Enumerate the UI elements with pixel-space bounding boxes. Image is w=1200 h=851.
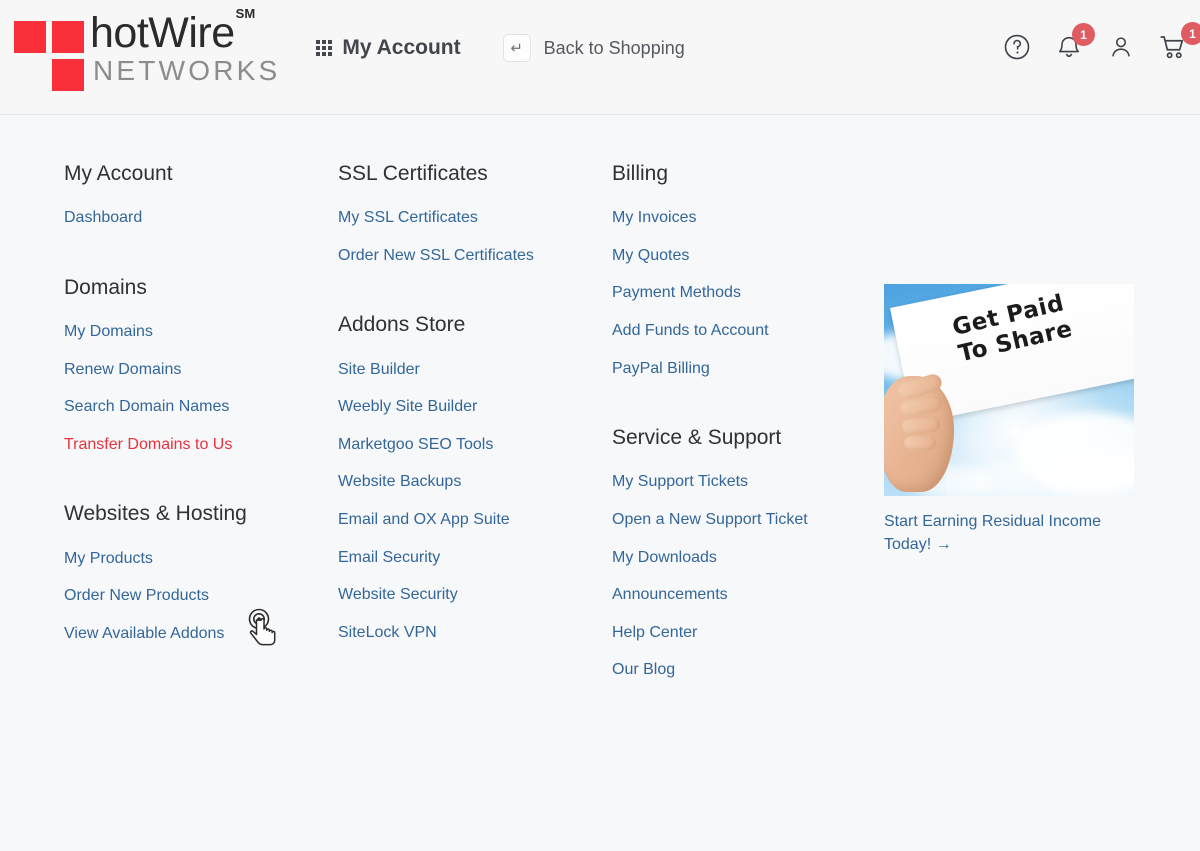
my-account-menu-button[interactable]: My Account	[316, 36, 461, 60]
grid-apps-icon	[316, 40, 333, 56]
logo-subbrand-text: NETWORKS	[93, 55, 281, 86]
nav-link[interactable]: View Available Addons	[64, 615, 224, 653]
nav-link[interactable]: Site Builder	[338, 351, 420, 389]
main-content: My Account Dashboard Domains My Domains Rene…	[0, 115, 1200, 851]
nav-link[interactable]: Website Backups	[338, 463, 461, 501]
nav-group: Websites & Hosting My Products Order New P…	[64, 501, 338, 652]
back-to-shopping-label: Back to Shopping	[543, 37, 685, 58]
nav-link[interactable]: My Quotes	[612, 237, 689, 275]
nav-group-title: Domains	[64, 275, 147, 299]
nav-link[interactable]: Marketgoo SEO Tools	[338, 426, 493, 464]
nav-link[interactable]: Website Security	[338, 576, 458, 614]
nav-link[interactable]: Order New SSL Certificates	[338, 237, 534, 275]
promo-card: Get Paid To Share Start Earning Residual…	[884, 284, 1134, 556]
cart-badge: 1	[1181, 22, 1200, 45]
logo-sm-mark: SM	[235, 5, 256, 21]
nav-link[interactable]: Dashboard	[64, 199, 142, 237]
nav-column-3: Billing My Invoices My Quotes Payment Metho…	[612, 161, 886, 727]
nav-link[interactable]: Add Funds to Account	[612, 312, 769, 350]
promo-sign-text: Get Paid To Share	[950, 290, 1075, 368]
nav-group-title: Websites & Hosting	[64, 502, 247, 526]
nav-column-1: My Account Dashboard Domains My Domains Rene…	[64, 161, 338, 727]
bell-icon[interactable]: 1	[1054, 23, 1095, 62]
nav-link[interactable]: Email Security	[338, 539, 440, 577]
nav-link[interactable]: Our Blog	[612, 651, 675, 689]
promo-hand	[884, 372, 954, 492]
nav-link[interactable]: My SSL Certificates	[338, 199, 478, 237]
nav-link[interactable]: Help Center	[612, 614, 697, 652]
nav-column-2: SSL Certificates My SSL Certificates Order…	[338, 161, 612, 727]
brand-logo[interactable]: hotWireSM NETWORKS	[14, 5, 281, 91]
nav-group-title: Billing	[612, 162, 669, 185]
back-to-shopping-button[interactable]: ↵ Back to Shopping	[502, 34, 685, 62]
shopping-cart-icon[interactable]: 1	[1158, 22, 1200, 62]
nav-group: Service & Support My Support Tickets Open …	[612, 425, 886, 689]
nav-link[interactable]: My Products	[64, 540, 153, 578]
nav-link[interactable]: My Downloads	[612, 539, 717, 577]
nav-link[interactable]: Open a New Support Ticket	[612, 501, 808, 539]
help-circle-icon[interactable]	[1002, 32, 1032, 62]
my-account-label: My Account	[342, 36, 461, 59]
logo-squares-icon	[14, 14, 86, 91]
nav-link[interactable]: Order New Products	[64, 577, 209, 615]
nav-group: Billing My Invoices My Quotes Payment Metho…	[612, 161, 886, 387]
promo-caption-link[interactable]: Start Earning Residual Income Today! →	[884, 510, 1102, 556]
nav-group-title: Addons Store	[338, 313, 466, 337]
nav-link[interactable]: Payment Methods	[612, 274, 741, 312]
nav-link[interactable]: My Invoices	[612, 199, 696, 237]
nav-link[interactable]: My Support Tickets	[612, 463, 748, 501]
promo-image[interactable]: Get Paid To Share	[884, 284, 1134, 496]
nav-link[interactable]: Search Domain Names	[64, 388, 229, 426]
logo-brand-text: hotWire	[90, 9, 235, 57]
header-icon-group: 1 1	[1002, 22, 1200, 62]
nav-group-title: Service & Support	[612, 426, 782, 450]
user-icon[interactable]	[1106, 32, 1136, 62]
return-arrow-icon: ↵	[502, 34, 531, 62]
nav-link[interactable]: My Domains	[64, 313, 153, 351]
nav-link[interactable]: Email and OX App Suite	[338, 501, 510, 539]
nav-group: Domains My Domains Renew Domains Search Dom…	[64, 275, 338, 464]
nav-link[interactable]: PayPal Billing	[612, 350, 710, 388]
nav-link[interactable]: Weebly Site Builder	[338, 388, 477, 426]
nav-link[interactable]: Announcements	[612, 576, 728, 614]
nav-link[interactable]: Renew Domains	[64, 351, 181, 389]
page-header: hotWireSM NETWORKS My Account ↵ Back to …	[0, 0, 1200, 115]
notifications-badge: 1	[1072, 23, 1095, 46]
nav-group-title: SSL Certificates	[338, 162, 488, 185]
nav-group: Addons Store Site Builder Weebly Site Buil…	[338, 312, 612, 651]
nav-link[interactable]: Transfer Domains to Us	[64, 426, 232, 464]
nav-group: My Account Dashboard	[64, 161, 338, 237]
nav-group-title: My Account	[64, 162, 173, 185]
nav-link[interactable]: SiteLock VPN	[338, 614, 437, 652]
nav-group: SSL Certificates My SSL Certificates Order…	[338, 161, 612, 274]
